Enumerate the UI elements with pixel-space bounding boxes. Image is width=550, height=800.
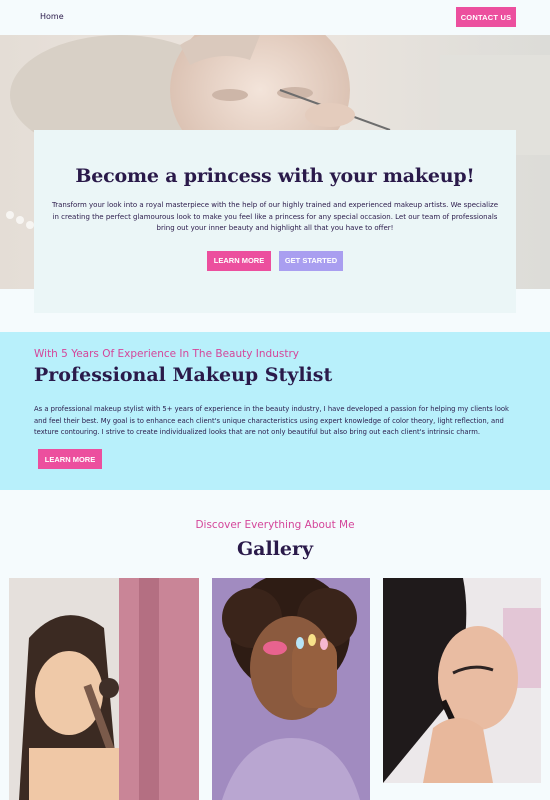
hero-description: Transform your look into a royal masterp… xyxy=(51,201,499,232)
gallery-subtitle: Discover Everything About Me xyxy=(195,519,355,531)
gallery-title: Gallery xyxy=(236,538,314,560)
about-title: Professional Makeup Stylist xyxy=(34,364,333,386)
gallery-photo-3[interactable] xyxy=(383,578,541,783)
gallery-photo-1[interactable] xyxy=(9,578,199,800)
nav-link-home[interactable]: Home xyxy=(40,12,64,21)
gallery-photo-2[interactable] xyxy=(212,578,370,800)
contact-us-button[interactable]: CONTACT US xyxy=(456,7,516,27)
gallery-photo-3-image xyxy=(383,578,541,783)
nav-link-services[interactable]: Services xyxy=(127,12,161,21)
gallery-photo-2-image xyxy=(212,578,370,800)
hero-title: Become a princess with your makeup! xyxy=(75,165,475,187)
learn-more-button[interactable]: LEARN MORE xyxy=(207,250,271,271)
get-started-button[interactable]: GET STARTED xyxy=(279,250,343,271)
gallery-photo-1-image xyxy=(9,578,199,800)
top-nav: Home About Services Gallery CONTACT US xyxy=(0,0,550,35)
about-subtitle: With 5 Years Of Experience In The Beauty… xyxy=(34,348,299,360)
nav-links: Home About Services Gallery xyxy=(40,12,210,21)
hero-card: Become a princess with your makeup! Tran… xyxy=(34,130,516,313)
hero-buttons: LEARN MORE GET STARTED xyxy=(34,250,516,271)
about-section: With 5 Years Of Experience In The Beauty… xyxy=(0,332,550,490)
about-description: As a professional makeup stylist with 5+… xyxy=(34,405,509,436)
about-learn-more-button[interactable]: LEARN MORE xyxy=(38,449,102,469)
nav-link-about[interactable]: About xyxy=(84,12,108,21)
nav-link-gallery[interactable]: Gallery xyxy=(181,12,210,21)
